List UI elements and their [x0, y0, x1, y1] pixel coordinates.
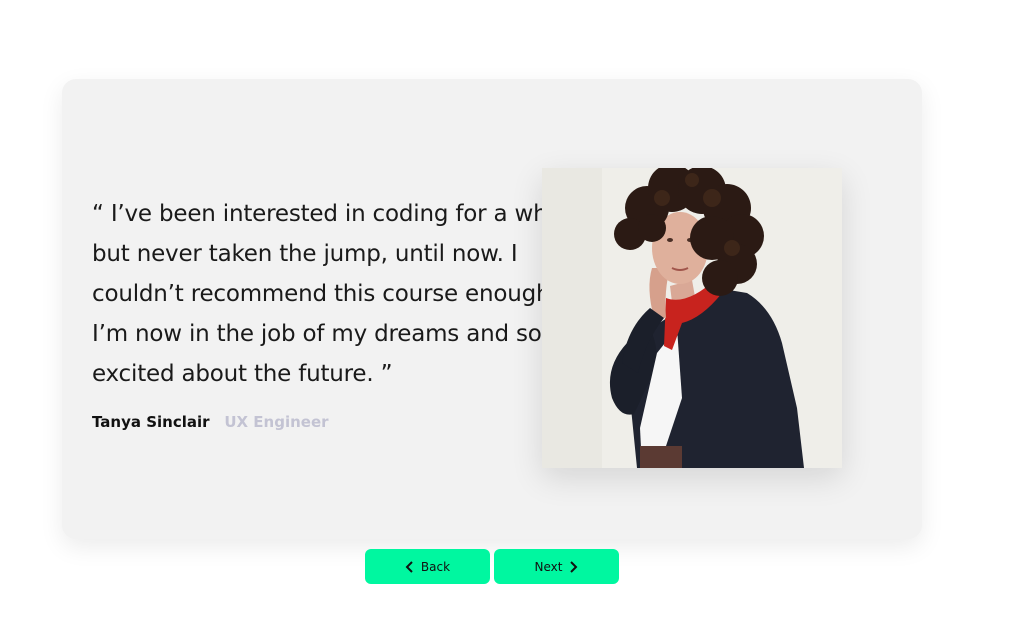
testimonial-author: Tanya Sinclair UX Engineer: [92, 413, 329, 431]
author-portrait-image: [542, 168, 842, 468]
chevron-right-icon: [568, 560, 578, 573]
chevron-left-icon: [405, 560, 415, 573]
author-name: Tanya Sinclair: [92, 413, 210, 431]
slider-navigation: Back Next: [365, 549, 619, 584]
author-photo: [542, 168, 842, 468]
next-button-label: Next: [534, 559, 563, 574]
testimonial-card: “ I’ve been interested in coding for a w…: [62, 79, 922, 539]
testimonial-quote: “ I’ve been interested in coding for a w…: [92, 201, 574, 387]
back-button[interactable]: Back: [365, 549, 490, 584]
page: “ I’ve been interested in coding for a w…: [0, 0, 1013, 626]
back-button-label: Back: [420, 559, 451, 574]
next-button[interactable]: Next: [494, 549, 619, 584]
author-role: UX Engineer: [224, 413, 329, 431]
